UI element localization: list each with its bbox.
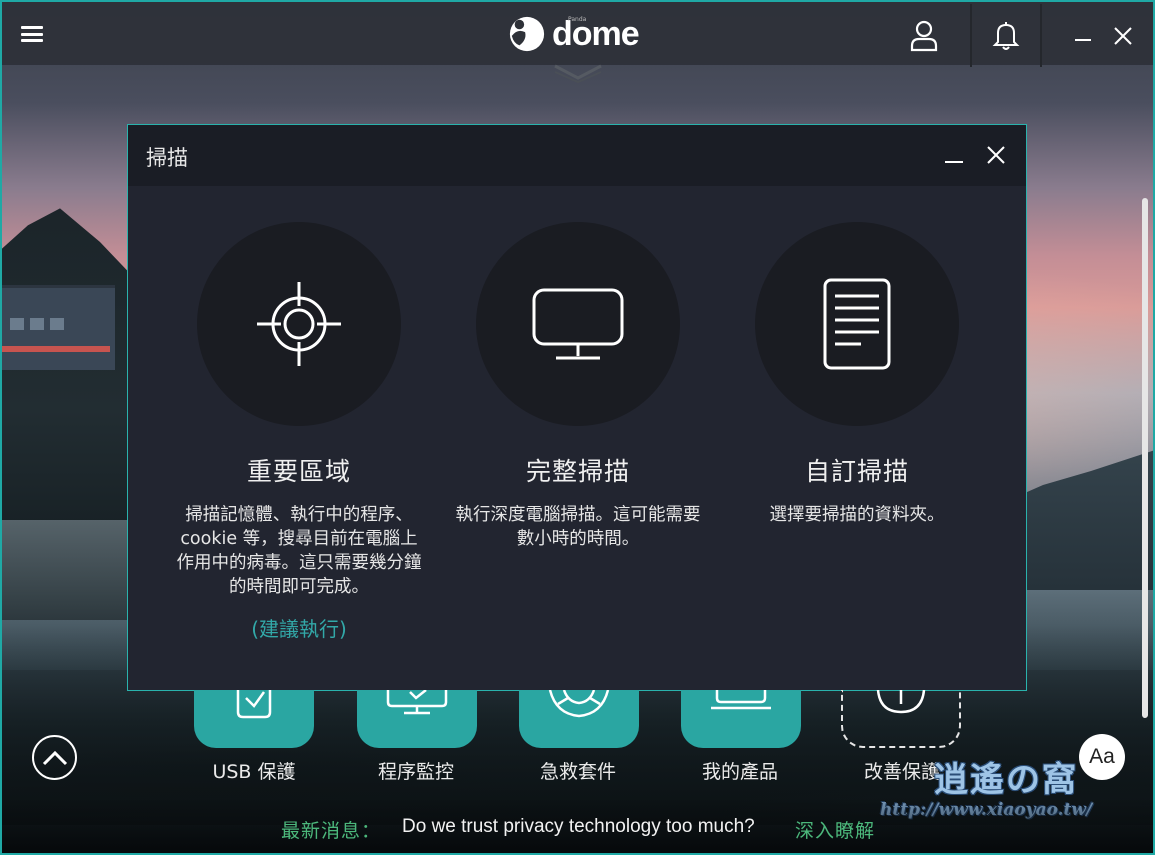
option-title: 自訂掃描 bbox=[804, 457, 909, 486]
close-icon[interactable] bbox=[1105, 4, 1141, 67]
document-icon bbox=[823, 278, 891, 370]
shield-icon bbox=[554, 64, 602, 84]
brand-wordmark: dome bbox=[552, 14, 640, 53]
critical-areas-scan-option[interactable]: 重要區域 掃描記憶體、執行中的程序、cookie 等，搜尋目前在電腦上作用中的病… bbox=[159, 222, 439, 642]
plus-icon bbox=[876, 690, 926, 714]
recommended-label: (建議執行) bbox=[251, 617, 347, 641]
improve-protection-tile[interactable] bbox=[841, 690, 961, 748]
dialog-minimize-icon[interactable] bbox=[943, 142, 965, 168]
news-headline[interactable]: Do we trust privacy technology too much? bbox=[402, 816, 755, 838]
scroll-up-button[interactable] bbox=[32, 735, 77, 780]
tile-label-improve-protection[interactable]: 改善保護 bbox=[822, 757, 982, 784]
tile-label-my-products[interactable]: 我的產品 bbox=[660, 757, 820, 784]
laptop-icon bbox=[711, 690, 771, 710]
option-description: 執行深度電腦掃描。這可能需要數小時的時間。 bbox=[455, 505, 701, 549]
custom-scan-option[interactable]: 自訂掃描 選擇要掃描的資料夾。 bbox=[717, 222, 997, 527]
app-logo: Panda dome bbox=[508, 14, 640, 54]
option-description: 選擇要掃描的資料夾。 bbox=[769, 505, 945, 525]
monitor-icon bbox=[532, 288, 624, 360]
option-description: 掃描記憶體、執行中的程序、cookie 等，搜尋目前在電腦上作用中的病毒。這只需… bbox=[176, 505, 422, 597]
house-silhouette bbox=[0, 285, 115, 370]
tile-label-process-monitor[interactable]: 程序監控 bbox=[336, 757, 496, 784]
hamburger-icon[interactable] bbox=[21, 26, 43, 42]
dialog-close-icon[interactable] bbox=[984, 142, 1008, 168]
chevron-up-icon bbox=[42, 750, 67, 765]
option-icon-circle[interactable] bbox=[476, 222, 680, 426]
process-monitor-icon bbox=[386, 690, 448, 715]
dialog-header: 掃描 bbox=[128, 125, 1026, 186]
brand-small-text: Panda bbox=[568, 16, 587, 23]
crosshair-icon bbox=[257, 282, 341, 366]
full-scan-option[interactable]: 完整掃描 執行深度電腦掃描。這可能需要數小時的時間。 bbox=[438, 222, 718, 551]
tile-label-rescue-kit[interactable]: 急救套件 bbox=[498, 757, 658, 784]
panda-logo-icon bbox=[509, 16, 545, 52]
scan-dialog: 掃描 重要區域 掃描記憶體、執行中的程序、cookie 等，搜尋目前在電腦上作用… bbox=[127, 124, 1027, 691]
option-title: 完整掃描 bbox=[525, 457, 630, 486]
option-icon-circle[interactable] bbox=[197, 222, 401, 426]
bell-icon[interactable] bbox=[970, 4, 1042, 67]
minimize-icon[interactable] bbox=[1066, 4, 1100, 67]
process-monitor-tile[interactable] bbox=[357, 690, 477, 748]
my-products-tile[interactable] bbox=[681, 690, 801, 748]
tile-label-usb[interactable]: USB 保護 bbox=[174, 757, 334, 784]
dialog-title: 掃描 bbox=[146, 146, 188, 170]
scrollbar[interactable] bbox=[1142, 198, 1148, 718]
usb-shield-icon bbox=[236, 690, 272, 719]
lifebuoy-icon bbox=[548, 690, 610, 718]
font-size-button[interactable]: Aa bbox=[1079, 734, 1125, 780]
learn-more-link[interactable]: 深入瞭解 bbox=[795, 816, 875, 843]
news-label: 最新消息： bbox=[281, 820, 382, 842]
usb-protection-tile[interactable] bbox=[194, 690, 314, 748]
option-icon-circle[interactable] bbox=[755, 222, 959, 426]
user-icon[interactable] bbox=[898, 4, 950, 67]
rescue-kit-tile[interactable] bbox=[519, 690, 639, 748]
title-bar: Panda dome bbox=[0, 0, 1155, 67]
option-title: 重要區域 bbox=[246, 457, 351, 486]
